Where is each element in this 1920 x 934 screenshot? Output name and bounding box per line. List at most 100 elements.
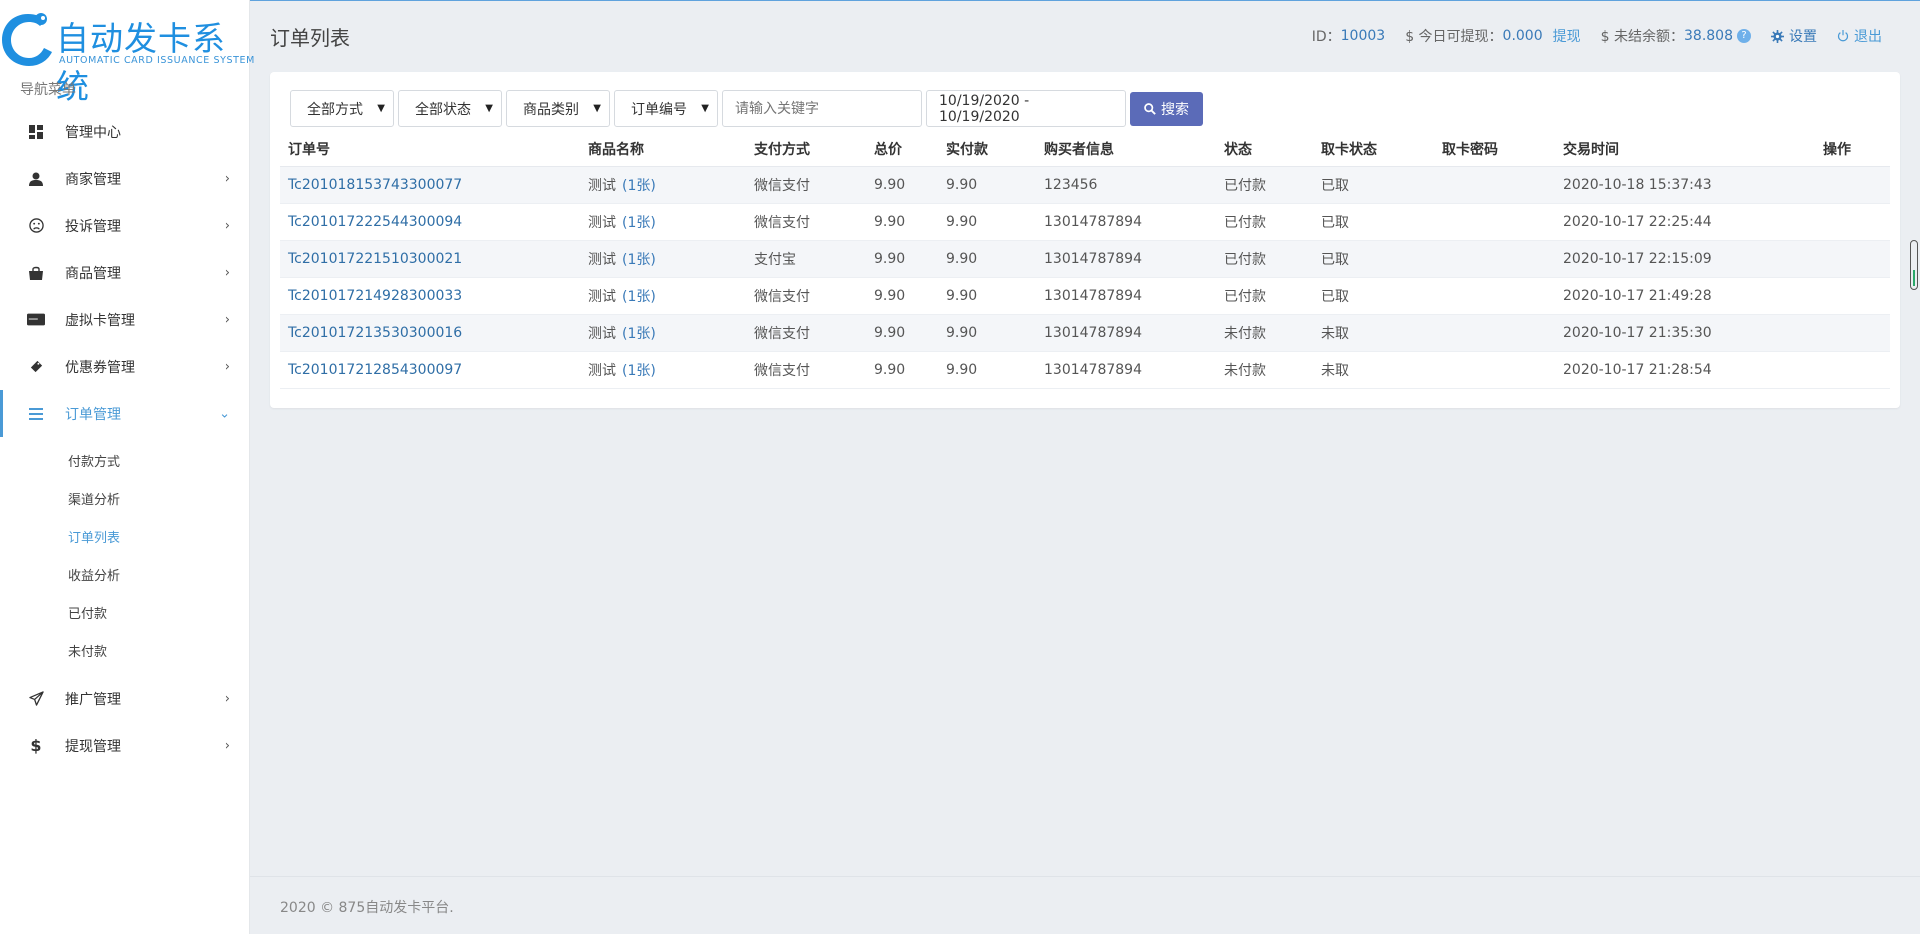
- column-header: 总价: [866, 132, 938, 167]
- merchant-id: ID： 10003: [1312, 26, 1385, 46]
- sidebar-item-dashboard[interactable]: 管理中心: [0, 108, 250, 155]
- buyer-info: 13014787894: [1036, 240, 1216, 278]
- payment-method: 微信支付: [746, 351, 866, 389]
- order-number-link[interactable]: Tc201017221510300021: [288, 251, 462, 267]
- card-count-link[interactable]: (1张): [622, 252, 656, 268]
- sidebar-item-label: 商家管理: [65, 171, 121, 188]
- submenu-item-payment-methods[interactable]: 付款方式: [0, 441, 250, 479]
- table-row: Tc201017222544300094 测试 (1张) 微信支付 9.90 9.…: [280, 203, 1890, 241]
- transaction-time: 2020-10-17 22:25:44: [1555, 203, 1815, 241]
- transaction-time: 2020-10-17 21:28:54: [1555, 351, 1815, 389]
- power-icon: [1837, 30, 1849, 42]
- logout-link[interactable]: 退出: [1837, 26, 1882, 46]
- order-number-link[interactable]: Tc201018153743300077: [288, 177, 462, 193]
- chevron-right-icon: ›: [224, 218, 230, 233]
- order-number-link[interactable]: Tc201017213530300016: [288, 325, 462, 341]
- chevron-down-icon: ▼: [593, 103, 601, 114]
- card-count-link[interactable]: (1张): [622, 363, 656, 379]
- buyer-info: 13014787894: [1036, 351, 1216, 389]
- submenu-item-revenue-analysis[interactable]: 收益分析: [0, 555, 250, 593]
- sidebar-item-promotion[interactable]: 推广管理 ›: [0, 675, 250, 722]
- order-status: 已付款: [1216, 277, 1313, 315]
- list-icon: [27, 405, 45, 423]
- balance-value: 38.808: [1684, 28, 1733, 44]
- order-status: 已付款: [1216, 203, 1313, 241]
- card-icon: [27, 311, 45, 329]
- card-count-link[interactable]: (1张): [622, 215, 656, 231]
- order-number-link[interactable]: Tc201017222544300094: [288, 214, 462, 230]
- withdraw-link[interactable]: 提现: [1553, 26, 1581, 46]
- submenu-item-channel-analysis[interactable]: 渠道分析: [0, 479, 250, 517]
- product-name: 测试: [588, 251, 616, 268]
- card-count-link[interactable]: (1张): [622, 326, 656, 342]
- submenu-item-paid[interactable]: 已付款: [0, 593, 250, 631]
- page-scrollbar[interactable]: [1910, 240, 1918, 290]
- keyword-input[interactable]: [722, 90, 922, 127]
- shopping-bag-icon: [27, 264, 45, 282]
- search-icon: [1144, 102, 1156, 115]
- date-range-input[interactable]: 10/19/2020 - 10/19/2020: [926, 90, 1126, 127]
- column-header: 实付款: [938, 132, 1036, 167]
- order-number-link[interactable]: Tc201017212854300097: [288, 362, 462, 378]
- sidebar-item-complaints[interactable]: 投诉管理 ›: [0, 202, 250, 249]
- user-icon: [27, 170, 45, 188]
- sidebar-item-label: 提现管理: [65, 738, 121, 755]
- logout-label: 退出: [1854, 29, 1882, 45]
- search-button-label: 搜索: [1161, 100, 1189, 117]
- sidebar-item-label: 推广管理: [65, 691, 121, 708]
- column-header: 商品名称: [580, 132, 746, 167]
- submenu-item-unpaid[interactable]: 未付款: [0, 631, 250, 669]
- settings-label: 设置: [1789, 29, 1817, 45]
- card-password: [1434, 351, 1555, 389]
- gear-icon: [1771, 29, 1784, 43]
- order-status: 已付款: [1216, 240, 1313, 278]
- sidebar-item-orders[interactable]: 订单管理 ⌄: [0, 390, 250, 437]
- column-header: 支付方式: [746, 132, 866, 167]
- card-status: 已取: [1313, 166, 1434, 204]
- paid-amount: 9.90: [938, 240, 1036, 278]
- submenu-item-order-list[interactable]: 订单列表: [0, 517, 250, 555]
- chevron-right-icon: ›: [224, 691, 230, 706]
- row-actions: [1815, 277, 1890, 315]
- sidebar-item-virtual-cards[interactable]: 虚拟卡管理 ›: [0, 296, 250, 343]
- merchant-id-label: ID：: [1311, 29, 1341, 45]
- sidebar-item-withdrawals[interactable]: $ 提现管理 ›: [0, 722, 250, 769]
- card-password: [1434, 314, 1555, 352]
- help-icon[interactable]: ?: [1737, 29, 1751, 43]
- card-status: 已取: [1313, 203, 1434, 241]
- transaction-time: 2020-10-17 21:49:28: [1555, 277, 1815, 315]
- logo[interactable]: 自动发卡系统 AUTOMATIC CARD ISSUANCE SYSTEM: [0, 8, 254, 106]
- sidebar-item-label: 商品管理: [65, 265, 121, 282]
- sidebar-item-label: 优惠券管理: [65, 359, 135, 376]
- card-count-link[interactable]: (1张): [622, 289, 656, 305]
- column-header: 交易时间: [1555, 132, 1815, 167]
- paid-amount: 9.90: [938, 166, 1036, 204]
- sidebar: 自动发卡系统 AUTOMATIC CARD ISSUANCE SYSTEM 导航…: [0, 0, 254, 934]
- top-accent-line: [0, 0, 1920, 1]
- orders-table: 订单号 商品名称 支付方式 总价 实付款 购买者信息 状态 取卡状态 取卡密码 …: [280, 132, 1890, 389]
- table-row: Tc201017212854300097 测试 (1张) 微信支付 9.90 9.…: [280, 351, 1890, 389]
- payment-method: 支付宝: [746, 240, 866, 278]
- settings-link[interactable]: 设置: [1771, 26, 1817, 46]
- category-value: 商品类别: [523, 101, 579, 118]
- chevron-down-icon: ⌄: [219, 406, 230, 421]
- column-header: 取卡状态: [1313, 132, 1434, 167]
- order-status: 已付款: [1216, 166, 1313, 204]
- sidebar-item-products[interactable]: 商品管理 ›: [0, 249, 250, 296]
- product-name: 测试: [588, 177, 616, 194]
- sidebar-item-coupons[interactable]: 优惠券管理 ›: [0, 343, 250, 390]
- category-select[interactable]: 商品类别 ▼: [506, 90, 610, 127]
- card-count-link[interactable]: (1张): [622, 178, 656, 194]
- search-button[interactable]: 搜索: [1130, 91, 1203, 126]
- payment-method-select[interactable]: 全部方式 ▼: [290, 90, 394, 127]
- paid-amount: 9.90: [938, 351, 1036, 389]
- status-select[interactable]: 全部状态 ▼: [398, 90, 502, 127]
- card-password: [1434, 277, 1555, 315]
- table-row: Tc201017214928300033 测试 (1张) 微信支付 9.90 9.…: [280, 277, 1890, 315]
- card-password: [1434, 166, 1555, 204]
- sidebar-item-merchants[interactable]: 商家管理 ›: [0, 155, 250, 202]
- search-field-select[interactable]: 订单编号 ▼: [614, 90, 718, 127]
- dashboard-icon: [27, 123, 45, 141]
- order-number-link[interactable]: Tc201017214928300033: [288, 288, 462, 304]
- chevron-right-icon: ›: [224, 265, 230, 280]
